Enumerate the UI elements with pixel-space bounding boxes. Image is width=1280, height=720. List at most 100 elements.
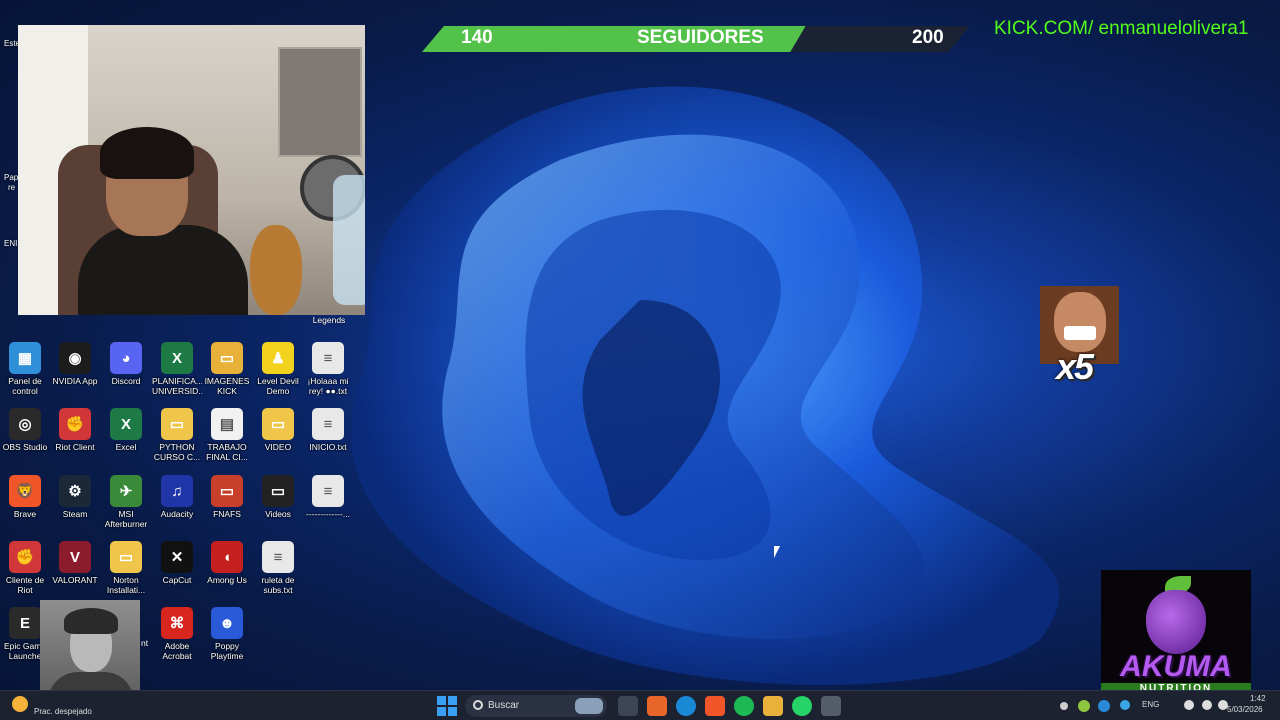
epic-games-icon: E (9, 607, 41, 639)
desktop-icon[interactable]: ✊ Cliente de Riot (0, 541, 50, 595)
riot-icon: ✊ (59, 408, 91, 440)
weather-widget[interactable]: Prac. despejado (8, 693, 108, 719)
desktop-icon[interactable]: ▭ Videos (253, 475, 303, 519)
desktop-icon[interactable]: ⚙ Steam (50, 475, 100, 519)
followers-label: SEGUIDORES (637, 27, 764, 48)
desktop-icon[interactable]: ▭ FNAFS (202, 475, 252, 519)
windows-logo-tile (437, 707, 446, 716)
desktop-icon[interactable]: ☻ Poppy Playtime (202, 607, 252, 661)
weather-text: Prac. despejado (34, 707, 92, 716)
desktop-icon[interactable]: ▦ Panel de control (0, 342, 50, 396)
desktop-icon[interactable]: ▭ Norton Installati... (101, 541, 151, 595)
webcam-person-hair (100, 127, 194, 179)
clock-time[interactable]: 1:42 (1250, 694, 1266, 703)
desktop-icon-label: OBS Studio (2, 442, 48, 452)
volume-icon[interactable] (1202, 700, 1212, 710)
desktop-icon-label: PLANIFICA... UNIVERSID... (152, 376, 202, 396)
desktop-icon-label: Videos (265, 509, 291, 519)
folder-icon: ▭ (211, 342, 243, 374)
whatsapp-icon[interactable] (792, 696, 812, 716)
desktop-icon-label: Riot Client (55, 442, 95, 452)
tray-app-icon[interactable] (1098, 700, 1110, 712)
taskbar-search-box[interactable]: Buscar (465, 695, 607, 717)
desktop-icon[interactable]: ◉ NVIDIA App (50, 342, 100, 386)
tray-overflow-icon[interactable] (1060, 702, 1068, 710)
valorant-icon: V (59, 541, 91, 573)
desktop-icon-label: NVIDIA App (52, 376, 98, 386)
desktop-icon-label: Discord (111, 376, 141, 386)
desktop-icon[interactable]: ≡ -------------... (303, 475, 353, 519)
store-icon[interactable] (647, 696, 667, 716)
desktop-icon[interactable]: ≡ INICIO.txt (303, 408, 353, 452)
desktop-icon[interactable]: ≡ ¡Holaaa mi rey! ●●.txt (303, 342, 353, 396)
tray-app-icon[interactable] (1078, 700, 1090, 712)
desktop-icon-label: Cliente de Riot (5, 575, 45, 595)
wifi-icon[interactable] (1184, 700, 1194, 710)
obs-icon[interactable] (821, 696, 841, 716)
brave-icon[interactable] (705, 696, 725, 716)
emote-face (1054, 292, 1106, 352)
desktop-icon[interactable]: ♫ Audacity (152, 475, 202, 519)
capcut-icon: ✕ (161, 541, 193, 573)
avatar-portrait (40, 600, 140, 702)
clock-date[interactable]: 5/03/2026 (1227, 705, 1263, 714)
obs-icon: ◎ (9, 408, 41, 440)
desktop-icon[interactable]: ▤ TRABAJO FINAL CI... (202, 408, 252, 462)
webcam-person-body (78, 225, 248, 315)
desktop-icon[interactable]: X Excel (101, 408, 151, 452)
desktop-icon[interactable]: ▭ IMAGENES KICK (202, 342, 252, 396)
edge-icon[interactable] (676, 696, 696, 716)
search-highlight-image (575, 698, 603, 714)
desktop-icon-label-partial: nt (141, 638, 149, 648)
tray-app-icon[interactable] (1120, 700, 1130, 710)
sponsor-logo: AKUMA NUTRITION (1101, 570, 1251, 702)
followers-current: 140 (461, 27, 493, 48)
start-button[interactable] (437, 696, 457, 716)
desktop-icon[interactable]: ▭ PYTHON CURSO C... (152, 408, 202, 462)
desktop-icon-label: Audacity (160, 509, 194, 519)
discord-icon: ◕ (110, 342, 142, 374)
desktop-icon[interactable]: ✊ Riot Client (50, 408, 100, 452)
file-explorer-icon[interactable] (763, 696, 783, 716)
spotify-icon[interactable] (734, 696, 754, 716)
emote-multiplier: x5 (1056, 346, 1094, 387)
desktop-icon-label: INICIO.txt (309, 442, 347, 452)
webcam-water-jug (333, 175, 365, 305)
webcam-poster (278, 47, 362, 157)
msi-icon: ✈ (110, 475, 142, 507)
text-file-icon: ≡ (312, 342, 344, 374)
desktop-icon[interactable]: ✕ CapCut (152, 541, 202, 585)
riot-icon: ✊ (9, 541, 41, 573)
sponsor-logo-name: AKUMA (1120, 650, 1232, 683)
followers-goal: 200 (912, 27, 944, 48)
desktop-icon[interactable]: 🦁 Brave (0, 475, 50, 519)
desktop-icon[interactable]: ◎ OBS Studio (0, 408, 50, 452)
acrobat-icon: ⌘ (161, 607, 193, 639)
desktop-icon[interactable]: ♟ Level Devil Demo (253, 342, 303, 396)
desktop-icon[interactable]: X PLANIFICA... UNIVERSID... (152, 342, 202, 396)
desktop-icon[interactable]: ⌘ Adobe Acrobat (152, 607, 202, 661)
task-view-icon[interactable] (618, 696, 638, 716)
desktop-icon[interactable]: ◖ Among Us (202, 541, 252, 585)
desktop-icon[interactable]: ≡ ruleta de subs.txt (253, 541, 303, 595)
windows-logo-tile (437, 696, 446, 705)
left-edge-label: Pap (4, 173, 19, 182)
weather-icon (12, 696, 28, 712)
desktop-icon[interactable]: ▭ VIDEO (253, 408, 303, 452)
desktop-icon-label: VALORANT (52, 575, 98, 585)
nvidia-icon: ◉ (59, 342, 91, 374)
folder-icon: ▭ (262, 408, 294, 440)
mouse-cursor (774, 546, 780, 558)
control-panel-icon: ▦ (9, 342, 41, 374)
language-indicator[interactable]: ENG (1142, 700, 1159, 709)
desktop-icon[interactable]: V VALORANT (50, 541, 100, 585)
desktop-icon[interactable]: ◕ Discord (101, 342, 151, 386)
desktop-icon-label: IMAGENES KICK (204, 376, 250, 396)
desktop-icon-label: Poppy Playtime (210, 641, 244, 661)
steam-icon: ⚙ (59, 475, 91, 507)
desktop-icon[interactable]: ✈ MSI Afterburner (101, 475, 151, 529)
webcam-guitar (250, 225, 302, 315)
text-file-icon: ≡ (312, 408, 344, 440)
text-file-icon: ≡ (312, 475, 344, 507)
left-edge-label: re (8, 183, 16, 192)
